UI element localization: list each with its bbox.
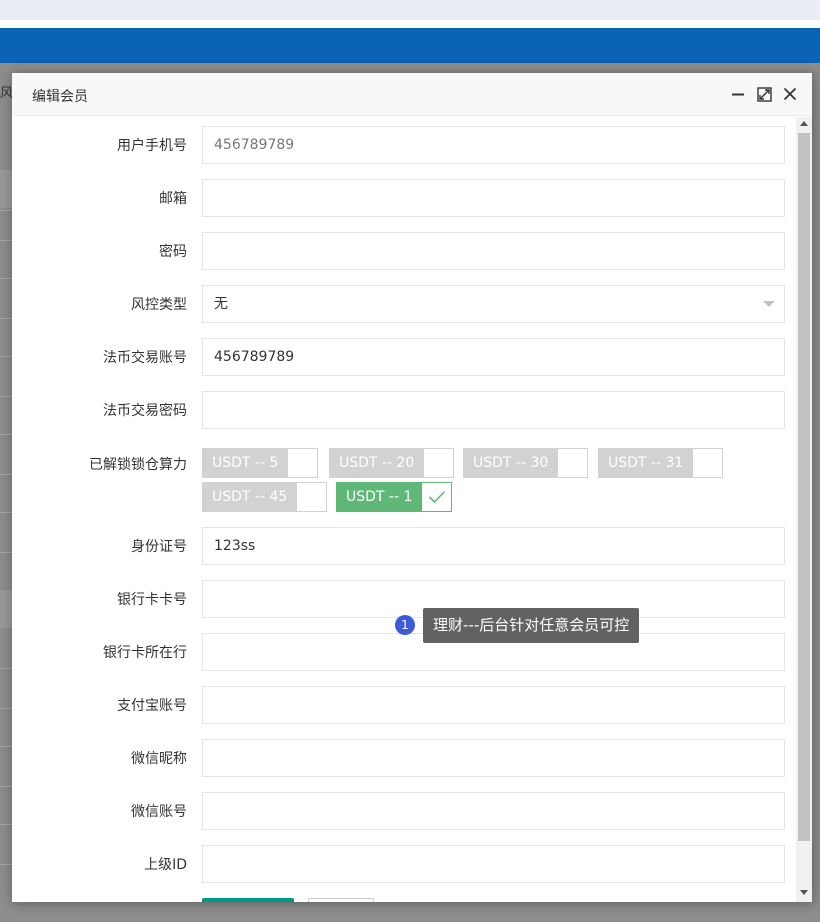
background-row-line (0, 210, 12, 211)
tooltip-step-badge: 1 (395, 615, 415, 635)
checkbox-usdt-5[interactable]: USDT -- 5 (202, 448, 319, 478)
alipay-label: 支付宝账号 (117, 698, 187, 714)
minimize-icon[interactable] (730, 85, 746, 103)
parent-id-label: 上级ID (144, 857, 187, 873)
checkbox-box (558, 448, 589, 478)
risk-type-label: 风控类型 (131, 297, 187, 313)
form-row-wechat-account: 微信账号 (12, 792, 812, 830)
top-spacer (0, 20, 820, 28)
form-row-phone: 用户手机号 (12, 126, 812, 164)
checkbox-box (424, 448, 455, 478)
submit-button[interactable] (202, 898, 294, 902)
background-table-header (0, 170, 12, 208)
dialog-controls (730, 85, 798, 103)
background-row-line (0, 240, 12, 241)
background-row-line (0, 824, 12, 825)
wechat-nick-input[interactable] (202, 739, 785, 777)
scroll-down-icon[interactable] (800, 890, 808, 895)
wechat-account-label: 微信账号 (131, 804, 187, 820)
scroll-thumb[interactable] (798, 133, 810, 841)
checkbox-usdt-1[interactable]: USDT -- 1 (336, 482, 453, 512)
reset-button[interactable] (308, 898, 374, 902)
background-row-line (0, 512, 12, 513)
edit-member-dialog: 编辑会员 用户手机号 邮箱 (12, 73, 812, 902)
checkbox-usdt-30[interactable]: USDT -- 30 (463, 448, 589, 478)
background-row-line (0, 708, 12, 709)
checkbox-label: USDT -- 1 (336, 482, 423, 512)
form-row-password: 密码 (12, 232, 812, 270)
form-row-bank-card: 银行卡卡号 (12, 580, 812, 618)
background-row-line (0, 552, 12, 553)
wechat-account-input[interactable] (202, 792, 785, 830)
risk-type-value: 无 (214, 296, 228, 312)
checkbox-label: USDT -- 20 (329, 448, 425, 478)
chevron-down-icon (763, 301, 775, 307)
tooltip: 理财---后台针对任意会员可控 (423, 608, 640, 643)
password-label: 密码 (159, 244, 187, 260)
form-row-email: 邮箱 (12, 179, 812, 217)
background-row-line (0, 746, 12, 747)
background-row-line (0, 786, 12, 787)
checkbox-box (288, 448, 319, 478)
form-row-bank-name: 银行卡所在行 (12, 633, 812, 671)
background-row-line (0, 278, 12, 279)
form-row-risk-type: 风控类型 无 (12, 285, 812, 323)
id-number-input[interactable] (202, 527, 785, 565)
fiat-password-label: 法币交易密码 (103, 403, 187, 419)
checkbox-label: USDT -- 31 (598, 448, 694, 478)
form-row-wechat-nick: 微信昵称 (12, 739, 812, 777)
background-row-line (0, 474, 12, 475)
background-row-line (0, 864, 12, 865)
dialog-title: 编辑会员 (32, 89, 88, 105)
dialog-body: 用户手机号 邮箱 密码 风控类型 无 法币交易账号 法币交易密码 已 (12, 117, 812, 902)
phone-input[interactable] (202, 126, 785, 164)
fiat-account-input[interactable] (202, 338, 785, 376)
fiat-password-input[interactable] (202, 391, 785, 429)
checkmark-icon (428, 490, 445, 504)
checkbox-box (422, 482, 453, 512)
background-row-line (0, 434, 12, 435)
scroll-up-icon[interactable] (800, 121, 808, 126)
bank-card-label: 银行卡卡号 (117, 592, 187, 608)
checkbox-box (297, 482, 328, 512)
background-table-footer (0, 590, 12, 628)
background-partial-text: 风控 (0, 86, 12, 100)
phone-label: 用户手机号 (117, 138, 187, 154)
checkbox-label: USDT -- 45 (202, 482, 298, 512)
form-row-alipay: 支付宝账号 (12, 686, 812, 724)
checkbox-usdt-20[interactable]: USDT -- 20 (329, 448, 455, 478)
background-row-line (0, 356, 12, 357)
dialog-header[interactable]: 编辑会员 (12, 73, 812, 116)
checkbox-label: USDT -- 30 (463, 448, 559, 478)
form-row-parent-id: 上级ID (12, 845, 812, 883)
background-row-line (0, 318, 12, 319)
risk-type-select[interactable]: 无 (202, 285, 785, 323)
checkbox-label: USDT -- 5 (202, 448, 289, 478)
parent-id-input[interactable] (202, 845, 785, 883)
background-row-line (0, 668, 12, 669)
unlocked-power-label: 已解锁锁仓算力 (89, 457, 187, 473)
id-number-label: 身份证号 (131, 539, 187, 555)
email-input[interactable] (202, 179, 785, 217)
wechat-nick-label: 微信昵称 (131, 751, 187, 767)
background-row-line (0, 396, 12, 397)
email-label: 邮箱 (159, 191, 187, 207)
checkbox-usdt-31[interactable]: USDT -- 31 (598, 448, 724, 478)
fiat-account-label: 法币交易账号 (103, 350, 187, 366)
browser-top-bar (0, 0, 820, 20)
bank-name-label: 银行卡所在行 (103, 645, 187, 661)
form-row-fiat-password: 法币交易密码 (12, 391, 812, 429)
checkbox-usdt-45[interactable]: USDT -- 45 (202, 482, 328, 512)
checkbox-box (693, 448, 724, 478)
vertical-scrollbar[interactable] (796, 117, 812, 902)
form-row-id-number: 身份证号 (12, 527, 812, 565)
form-row-unlocked-power: 已解锁锁仓算力 USDT -- 5 USDT -- 20 USDT -- 30 … (12, 448, 812, 512)
password-input[interactable] (202, 232, 785, 270)
form-row-fiat-account: 法币交易账号 (12, 338, 812, 376)
alipay-input[interactable] (202, 686, 785, 724)
maximize-icon[interactable] (756, 85, 772, 103)
app-header-bar (0, 28, 820, 63)
close-icon[interactable] (782, 85, 798, 103)
